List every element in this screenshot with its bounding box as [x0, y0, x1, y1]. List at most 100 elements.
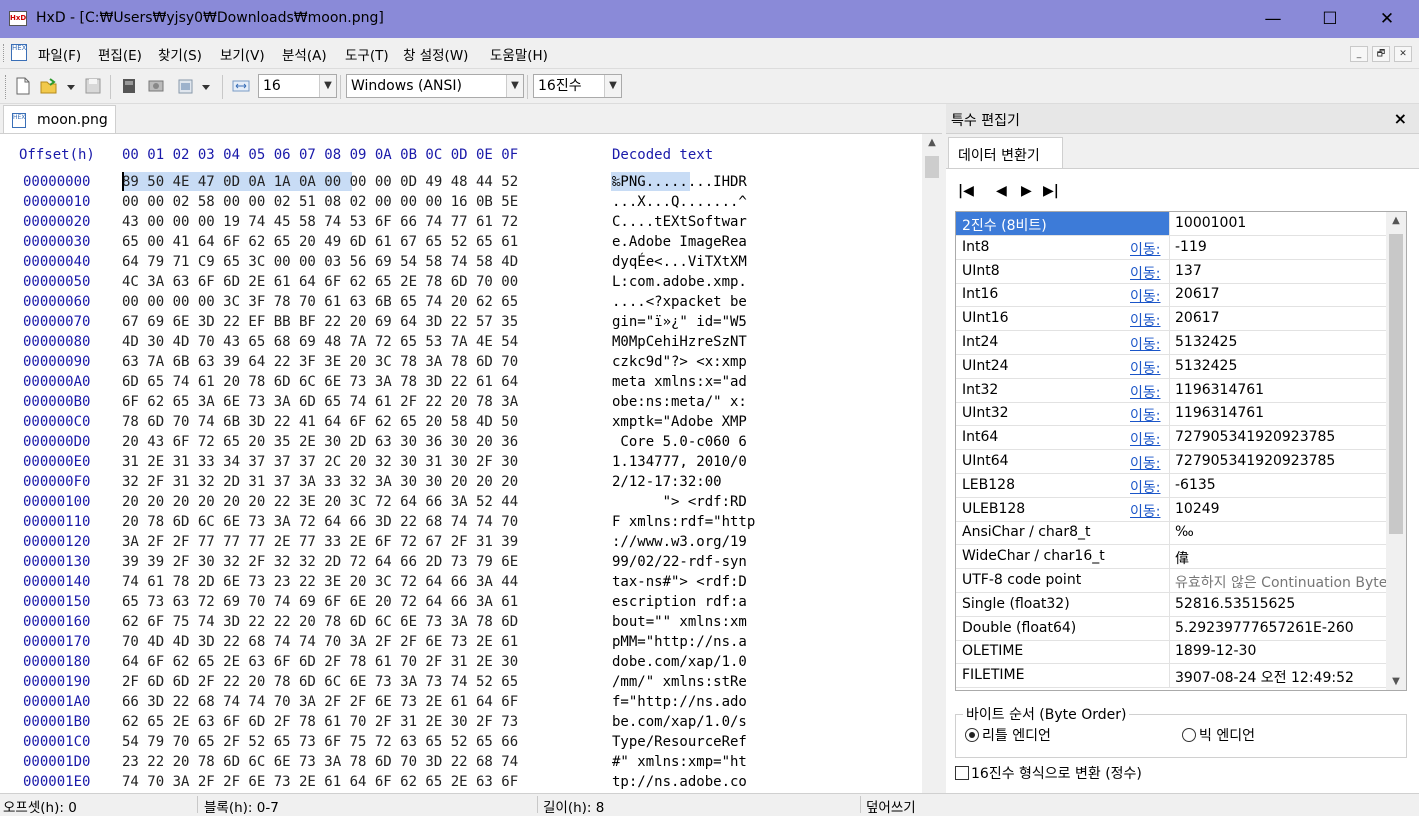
- inspector-row[interactable]: 2진수 (8비트) 10001001: [956, 212, 1386, 236]
- inspector-value[interactable]: 偉: [1175, 548, 1189, 568]
- menu-analysis[interactable]: 분석(A): [282, 44, 327, 64]
- inspector-value[interactable]: 1899-12-30: [1175, 643, 1256, 659]
- row-decoded-text[interactable]: tp://ns.adobe.co: [612, 774, 747, 790]
- row-hex-bytes[interactable]: 00 00 02 58 00 00 02 51 08 02 00 00 00 1…: [122, 194, 518, 210]
- inspector-close-icon[interactable]: ×: [1394, 109, 1407, 128]
- row-hex-bytes[interactable]: 62 6F 75 74 3D 22 22 20 78 6D 6C 6E 73 3…: [122, 614, 518, 630]
- row-hex-bytes[interactable]: 4D 30 4D 70 43 65 68 69 48 7A 72 65 53 7…: [122, 334, 518, 350]
- row-decoded-text[interactable]: Type/ResourceRef: [612, 734, 747, 750]
- row-decoded-text[interactable]: f="http://ns.ado: [612, 694, 747, 710]
- inspector-value[interactable]: 20617: [1175, 286, 1220, 302]
- save-icon[interactable]: [84, 77, 102, 95]
- disk-editor-icon[interactable]: [120, 77, 138, 95]
- hex-row[interactable]: 000001A0 66 3D 22 68 74 74 70 3A 2F 2F 6E…: [0, 694, 920, 714]
- row-hex-bytes[interactable]: 67 69 6E 3D 22 EF BB BF 22 20 69 64 3D 2…: [122, 314, 518, 330]
- row-hex-bytes[interactable]: 20 78 6D 6C 6E 73 3A 72 64 66 3D 22 68 7…: [122, 514, 518, 530]
- hex-row[interactable]: 000000B0 6F 62 65 3A 6E 73 3A 6D 65 74 61…: [0, 394, 920, 414]
- row-hex-bytes[interactable]: 6F 62 65 3A 6E 73 3A 6D 65 74 61 2F 22 2…: [122, 394, 518, 410]
- inspector-value[interactable]: 5.29239777657261E-260: [1175, 620, 1354, 636]
- row-decoded-text[interactable]: ...X...Q.......^: [612, 194, 747, 210]
- hex-format-checkbox[interactable]: 16진수 형식으로 변환 (정수): [955, 763, 1142, 783]
- inspector-value[interactable]: 137: [1175, 263, 1202, 279]
- bytes-per-row-select[interactable]: 16 ▼: [258, 74, 337, 98]
- offset-base-select[interactable]: 16진수 ▼: [533, 74, 622, 98]
- menu-window[interactable]: 창 설정(W): [403, 44, 468, 64]
- menu-file[interactable]: 파일(F): [38, 44, 81, 64]
- row-hex-bytes[interactable]: 23 22 20 78 6D 6C 6E 73 3A 78 6D 70 3D 2…: [122, 754, 518, 770]
- inspector-row[interactable]: ULEB128 이동: 10249: [956, 497, 1386, 522]
- hex-row[interactable]: 000000F0 32 2F 31 32 2D 31 37 3A 33 32 3A…: [0, 474, 920, 494]
- hex-row[interactable]: 000001B0 62 65 2E 63 6F 6D 2F 78 61 70 2F…: [0, 714, 920, 734]
- row-hex-bytes[interactable]: 89 50 4E 47 0D 0A 1A 0A 00 00 00 0D 49 4…: [122, 174, 518, 190]
- menu-help[interactable]: 도움말(H): [490, 44, 548, 64]
- hex-row[interactable]: 00000000 89 50 4E 47 0D 0A 1A 0A 00 00 00…: [0, 174, 920, 194]
- go-to-link[interactable]: 이동:: [1130, 358, 1160, 378]
- inspector-row[interactable]: Int64 이동: 727905341920923785: [956, 426, 1386, 451]
- go-to-link[interactable]: 이동:: [1130, 239, 1160, 259]
- hex-row[interactable]: 00000100 20 20 20 20 20 20 22 3E 20 3C 72…: [0, 494, 920, 514]
- go-to-link[interactable]: 이동:: [1130, 382, 1160, 402]
- inspector-row[interactable]: WideChar / char16_t 偉: [956, 545, 1386, 570]
- big-endian-radio[interactable]: 빅 엔디언: [1182, 725, 1255, 745]
- row-decoded-text[interactable]: Core 5.0-c060 6: [612, 434, 746, 450]
- row-hex-bytes[interactable]: 32 2F 31 32 2D 31 37 3A 33 32 3A 30 30 2…: [122, 474, 518, 490]
- row-decoded-text[interactable]: meta xmlns:x="ad: [612, 374, 747, 390]
- mdi-minimize-button[interactable]: _: [1350, 46, 1368, 62]
- little-endian-radio[interactable]: 리틀 엔디언: [965, 725, 1051, 745]
- hex-row[interactable]: 000000D0 20 43 6F 72 65 20 35 2E 30 2D 63…: [0, 434, 920, 454]
- hex-row[interactable]: 00000050 4C 3A 63 6F 6D 2E 61 64 6F 62 65…: [0, 274, 920, 294]
- inspector-value[interactable]: ‰: [1175, 524, 1194, 540]
- inspector-row[interactable]: OLETIME 1899-12-30: [956, 640, 1386, 665]
- hex-row[interactable]: 00000110 20 78 6D 6C 6E 73 3A 72 64 66 3D…: [0, 514, 920, 534]
- row-hex-bytes[interactable]: 2F 6D 6D 2F 22 20 78 6D 6C 6E 73 3A 73 7…: [122, 674, 518, 690]
- hex-row[interactable]: 000001C0 54 79 70 65 2F 52 65 73 6F 75 72…: [0, 734, 920, 754]
- row-hex-bytes[interactable]: 70 4D 4D 3D 22 68 74 74 70 3A 2F 2F 6E 7…: [122, 634, 518, 650]
- row-hex-bytes[interactable]: 65 00 41 64 6F 62 65 20 49 6D 61 67 65 5…: [122, 234, 518, 250]
- inspector-value[interactable]: 5132425: [1175, 334, 1237, 350]
- hex-row[interactable]: 00000010 00 00 02 58 00 00 02 51 08 02 00…: [0, 194, 920, 214]
- go-to-link[interactable]: 이동:: [1130, 405, 1160, 425]
- mdi-restore-button[interactable]: 🗗: [1372, 46, 1390, 62]
- row-hex-bytes[interactable]: 43 00 00 00 19 74 45 58 74 53 6F 66 74 7…: [122, 214, 518, 230]
- inspector-value[interactable]: 727905341920923785: [1175, 429, 1335, 445]
- mdi-close-button[interactable]: ✕: [1394, 46, 1412, 62]
- row-hex-bytes[interactable]: 66 3D 22 68 74 74 70 3A 2F 2F 6E 73 2E 6…: [122, 694, 518, 710]
- minimize-button[interactable]: —: [1245, 0, 1301, 38]
- charset-select[interactable]: Windows (ANSI) ▼: [346, 74, 524, 98]
- open-dropdown-icon[interactable]: [66, 77, 76, 95]
- row-decoded-text[interactable]: ‰PNG........IHDR: [612, 174, 747, 190]
- row-decoded-text[interactable]: obe:ns:meta/" x:: [612, 394, 747, 410]
- scroll-thumb[interactable]: [1389, 234, 1403, 534]
- row-hex-bytes[interactable]: 54 79 70 65 2F 52 65 73 6F 75 72 63 65 5…: [122, 734, 518, 750]
- row-decoded-text[interactable]: czkc9d"?> <x:xmp: [612, 354, 747, 370]
- row-decoded-text[interactable]: tax-ns#"> <rdf:D: [612, 574, 747, 590]
- scroll-down-icon[interactable]: ▼: [1386, 676, 1406, 687]
- row-hex-bytes[interactable]: 3A 2F 2F 77 77 77 2E 77 33 2E 6F 72 67 2…: [122, 534, 518, 550]
- hex-row[interactable]: 00000180 64 6F 62 65 2E 63 6F 6D 2F 78 61…: [0, 654, 920, 674]
- row-hex-bytes[interactable]: 78 6D 70 74 6B 3D 22 41 64 6F 62 65 20 5…: [122, 414, 518, 430]
- row-decoded-text[interactable]: e.Adobe ImageRea: [612, 234, 747, 250]
- previous-icon[interactable]: ◀: [996, 183, 1007, 199]
- inspector-value[interactable]: 727905341920923785: [1175, 453, 1335, 469]
- inspector-value[interactable]: 20617: [1175, 310, 1220, 326]
- go-to-link[interactable]: 이동:: [1130, 501, 1160, 521]
- open-folder-icon[interactable]: [40, 77, 58, 95]
- row-decoded-text[interactable]: C....tEXtSoftwar: [612, 214, 747, 230]
- menu-edit[interactable]: 편집(E): [98, 44, 142, 64]
- hex-row[interactable]: 000000A0 6D 65 74 61 20 78 6D 6C 6E 73 3A…: [0, 374, 920, 394]
- go-to-link[interactable]: 이동:: [1130, 310, 1160, 330]
- chevron-down-icon[interactable]: ▼: [319, 75, 336, 97]
- hex-row[interactable]: 000000E0 31 2E 31 33 34 37 37 37 2C 20 32…: [0, 454, 920, 474]
- chevron-down-icon[interactable]: ▼: [604, 75, 621, 97]
- row-decoded-text[interactable]: 99/02/22-rdf-syn: [612, 554, 747, 570]
- scroll-up-icon[interactable]: ▲: [922, 137, 942, 148]
- inspector-row[interactable]: UTF-8 code point 유효하지 않은 Continuation Byt…: [956, 569, 1387, 593]
- hex-row[interactable]: 00000080 4D 30 4D 70 43 65 68 69 48 7A 72…: [0, 334, 920, 354]
- row-decoded-text[interactable]: /mm/" xmlns:stRe: [612, 674, 747, 690]
- tab-data-inspector[interactable]: 데이터 변환기: [948, 137, 1063, 169]
- inspector-row[interactable]: Single (float32) 52816.53515625: [956, 592, 1386, 617]
- last-icon[interactable]: ▶|: [1043, 183, 1059, 199]
- inspector-value[interactable]: 3907-08-24 오전 12:49:52: [1175, 667, 1354, 687]
- inspector-value[interactable]: 10001001: [1175, 215, 1246, 231]
- row-hex-bytes[interactable]: 74 61 78 2D 6E 73 23 22 3E 20 3C 72 64 6…: [122, 574, 518, 590]
